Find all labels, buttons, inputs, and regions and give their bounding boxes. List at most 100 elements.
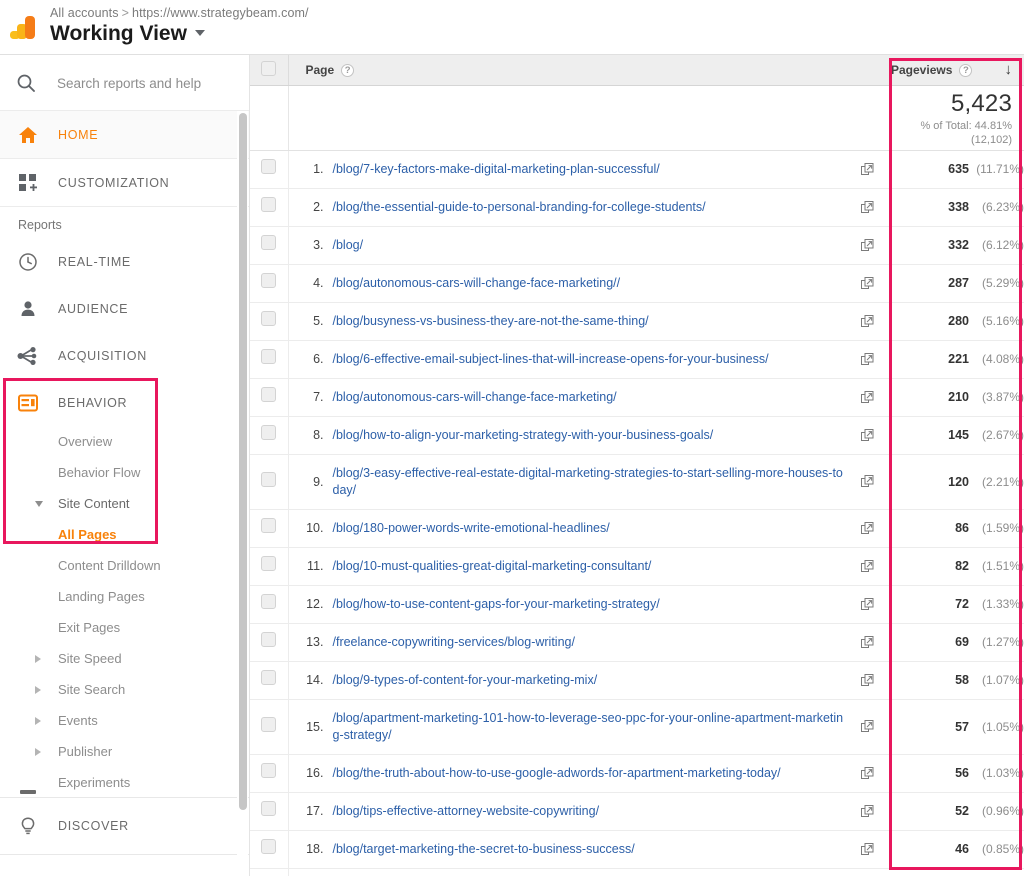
row-checkbox[interactable]	[261, 349, 277, 364]
sidebar-scrollbar-thumb[interactable]	[239, 113, 247, 810]
row-checkbox[interactable]	[261, 159, 277, 174]
row-checkbox-cell[interactable]	[250, 378, 289, 416]
row-checkbox-cell[interactable]	[250, 661, 289, 699]
page-url-link[interactable]: /blog/the-truth-about-how-to-use-google-…	[333, 765, 853, 782]
breadcrumb-site-url[interactable]: https://www.strategybeam.com/	[132, 6, 309, 20]
row-checkbox[interactable]	[261, 235, 277, 250]
row-checkbox-cell[interactable]	[250, 264, 289, 302]
page-url-link[interactable]: /blog/	[333, 237, 853, 254]
open-in-new-window-icon[interactable]	[852, 238, 882, 252]
page-url-link[interactable]: /blog/3-easy-effective-real-estate-digit…	[333, 465, 853, 499]
sidebar-item-overview[interactable]: Overview	[0, 426, 249, 457]
row-checkbox-cell[interactable]	[250, 454, 289, 509]
sidebar-item-behavior[interactable]: BEHAVIOR	[0, 379, 249, 426]
page-url-link[interactable]: /blog/6-effective-email-subject-lines-th…	[333, 351, 853, 368]
sidebar-item-exit-pages[interactable]: Exit Pages	[0, 612, 249, 643]
row-checkbox-cell[interactable]	[250, 830, 289, 868]
row-checkbox[interactable]	[261, 471, 277, 487]
sidebar-item-acquisition[interactable]: ACQUISITION	[0, 332, 249, 379]
row-checkbox[interactable]	[261, 763, 277, 778]
open-in-new-window-icon[interactable]	[852, 276, 882, 290]
chevron-right-icon[interactable]	[35, 654, 41, 663]
chevron-right-icon[interactable]	[35, 716, 41, 725]
sidebar-item-landing-pages[interactable]: Landing Pages	[0, 581, 249, 612]
row-checkbox-cell[interactable]	[250, 226, 289, 264]
sidebar-item-real-time[interactable]: REAL-TIME	[0, 238, 249, 285]
page-url-link[interactable]: /blog/how-to-align-your-marketing-strate…	[333, 427, 853, 444]
row-checkbox[interactable]	[261, 556, 277, 571]
row-checkbox-cell[interactable]	[250, 792, 289, 830]
sidebar-item-content-drilldown[interactable]: Content Drilldown	[0, 550, 249, 581]
row-checkbox[interactable]	[261, 670, 277, 685]
open-in-new-window-icon[interactable]	[852, 673, 882, 687]
open-in-new-window-icon[interactable]	[852, 352, 882, 366]
row-checkbox-cell[interactable]	[250, 754, 289, 792]
open-in-new-window-icon[interactable]	[852, 475, 882, 488]
chevron-right-icon[interactable]	[35, 747, 41, 756]
open-in-new-window-icon[interactable]	[852, 521, 882, 535]
sort-descending-icon[interactable]: ↓	[1005, 62, 1013, 77]
row-checkbox[interactable]	[261, 425, 277, 440]
sidebar-item-experiments[interactable]: Experiments	[0, 767, 249, 798]
row-checkbox-cell[interactable]	[250, 188, 289, 226]
row-checkbox[interactable]	[261, 273, 277, 288]
page-title[interactable]: Working View	[50, 22, 205, 46]
row-checkbox-cell[interactable]	[250, 416, 289, 454]
page-url-link[interactable]: /blog/autonomous-cars-will-change-face-m…	[333, 389, 853, 406]
page-url-link[interactable]: /blog/target-marketing-the-secret-to-bus…	[333, 841, 853, 858]
page-url-link[interactable]: /blog/autonomous-cars-will-change-face-m…	[333, 275, 853, 292]
page-url-link[interactable]: /blog/the-essential-guide-to-personal-br…	[333, 199, 853, 216]
row-checkbox[interactable]	[261, 632, 277, 647]
row-checkbox-cell[interactable]	[250, 623, 289, 661]
row-checkbox-cell[interactable]	[250, 302, 289, 340]
column-header-page[interactable]: Page?	[288, 55, 882, 86]
page-url-link[interactable]: /blog/apartment-marketing-101-how-to-lev…	[333, 710, 853, 744]
help-icon[interactable]: ?	[341, 63, 355, 77]
page-url-link[interactable]: /blog/9-types-of-content-for-your-market…	[333, 672, 853, 689]
column-header-pageviews[interactable]: Pageviews? ↓	[882, 55, 1024, 86]
breadcrumb-all-accounts[interactable]: All accounts	[50, 6, 119, 20]
page-url-link[interactable]: /freelance-copywriting-services/blog-wri…	[333, 634, 853, 651]
sidebar-item-site-content[interactable]: Site Content	[0, 488, 249, 519]
help-icon[interactable]: ?	[959, 63, 973, 77]
sidebar-item-site-search[interactable]: Site Search	[0, 674, 249, 705]
row-checkbox-cell[interactable]	[250, 699, 289, 754]
sidebar-item-home[interactable]: HOME	[0, 111, 249, 159]
row-checkbox[interactable]	[261, 518, 277, 533]
page-url-link[interactable]: /blog/10-must-qualities-great-digital-ma…	[333, 558, 853, 575]
sidebar-item-audience[interactable]: AUDIENCE	[0, 285, 249, 332]
row-checkbox-cell[interactable]	[250, 868, 289, 876]
row-checkbox[interactable]	[261, 801, 277, 816]
open-in-new-window-icon[interactable]	[852, 766, 882, 780]
open-in-new-window-icon[interactable]	[852, 200, 882, 214]
select-all-header[interactable]	[250, 55, 289, 86]
open-in-new-window-icon[interactable]	[852, 390, 882, 404]
row-checkbox-cell[interactable]	[250, 547, 289, 585]
open-in-new-window-icon[interactable]	[852, 720, 882, 733]
chevron-down-icon[interactable]	[194, 30, 205, 36]
row-checkbox[interactable]	[261, 839, 277, 854]
row-checkbox[interactable]	[261, 716, 277, 732]
row-checkbox-cell[interactable]	[250, 340, 289, 378]
admin-item-partial[interactable]	[20, 790, 36, 794]
open-in-new-window-icon[interactable]	[852, 635, 882, 649]
open-in-new-window-icon[interactable]	[852, 842, 882, 856]
row-checkbox[interactable]	[261, 594, 277, 609]
open-in-new-window-icon[interactable]	[852, 428, 882, 442]
row-checkbox-cell[interactable]	[250, 509, 289, 547]
page-url-link[interactable]: /blog/tips-effective-attorney-website-co…	[333, 803, 853, 820]
open-in-new-window-icon[interactable]	[852, 597, 882, 611]
search-input[interactable]	[57, 72, 237, 94]
sidebar-item-site-speed[interactable]: Site Speed	[0, 643, 249, 674]
page-url-link[interactable]: /blog/7-key-factors-make-digital-marketi…	[333, 161, 853, 178]
sidebar-search-row[interactable]	[0, 55, 249, 111]
sidebar-item-customization[interactable]: CUSTOMIZATION	[0, 159, 249, 207]
sidebar-item-publisher[interactable]: Publisher	[0, 736, 249, 767]
row-checkbox-cell[interactable]	[250, 585, 289, 623]
page-url-link[interactable]: /blog/180-power-words-write-emotional-he…	[333, 520, 853, 537]
open-in-new-window-icon[interactable]	[852, 314, 882, 328]
chevron-down-icon[interactable]	[35, 500, 43, 507]
sidebar-item-events[interactable]: Events	[0, 705, 249, 736]
select-all-checkbox[interactable]	[261, 60, 276, 76]
row-checkbox[interactable]	[261, 311, 277, 326]
